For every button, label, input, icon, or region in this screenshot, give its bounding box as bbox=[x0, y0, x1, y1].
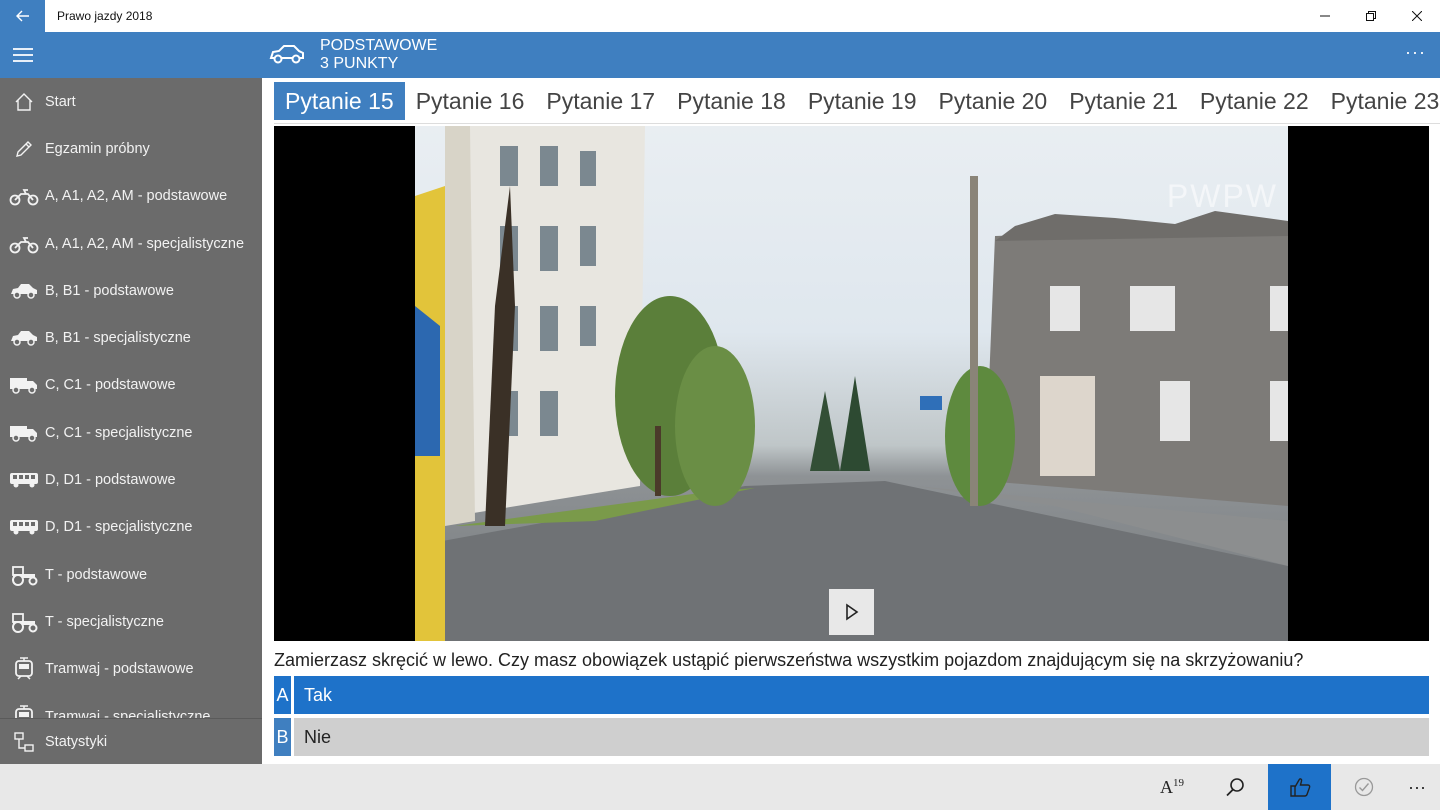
play-button[interactable] bbox=[829, 589, 874, 635]
window-title: Prawo jazdy 2018 bbox=[57, 9, 153, 23]
sidebar-item-label: C, C1 - specjalistyczne bbox=[45, 424, 193, 441]
back-button[interactable] bbox=[0, 0, 45, 32]
sidebar-item-label: Egzamin próbny bbox=[45, 140, 150, 157]
tab-question-22[interactable]: Pytanie 22 bbox=[1189, 82, 1320, 120]
tab-question-17[interactable]: Pytanie 17 bbox=[535, 82, 666, 120]
statistics-icon bbox=[7, 731, 41, 753]
close-button[interactable] bbox=[1394, 0, 1440, 32]
pencil-icon bbox=[7, 138, 41, 160]
header-more-button[interactable]: ··· bbox=[1405, 42, 1426, 63]
sidebar-item-7[interactable]: C, C1 - podstawowe bbox=[0, 362, 262, 409]
sidebar: Start Egzamin próbny A, A1, A2, AM - podst… bbox=[0, 78, 262, 764]
answer-a[interactable]: A Tak bbox=[274, 676, 1429, 714]
category-title: PODSTAWOWE 3 PUNKTY bbox=[320, 37, 437, 73]
tab-question-19[interactable]: Pytanie 19 bbox=[797, 82, 928, 120]
tractor-icon bbox=[7, 611, 41, 633]
tab-question-18[interactable]: Pytanie 18 bbox=[666, 82, 797, 120]
search-button[interactable] bbox=[1205, 764, 1265, 810]
sidebar-item-13[interactable]: Tramwaj - podstawowe bbox=[0, 646, 262, 693]
truck-icon bbox=[7, 374, 41, 396]
more-button[interactable]: ··· bbox=[1394, 764, 1440, 810]
truck-icon bbox=[7, 422, 41, 444]
sidebar-item-label: Tramwaj - specjalistyczne bbox=[45, 708, 211, 719]
answer-letter: B bbox=[274, 718, 291, 756]
sidebar-item-label: D, D1 - podstawowe bbox=[45, 472, 176, 489]
thumbs-up-icon bbox=[1289, 778, 1310, 797]
check-answer-button[interactable] bbox=[1334, 764, 1394, 810]
sidebar-item-11[interactable]: T - podstawowe bbox=[0, 551, 262, 598]
arrow-left-icon bbox=[15, 10, 29, 22]
sidebar-item-5[interactable]: B, B1 - podstawowe bbox=[0, 267, 262, 314]
tab-question-23[interactable]: Pytanie 23 bbox=[1320, 82, 1440, 120]
question-text: Zamierzasz skręcić w lewo. Czy masz obow… bbox=[274, 650, 1304, 670]
restore-icon bbox=[1366, 11, 1376, 21]
like-button[interactable] bbox=[1268, 764, 1331, 810]
category-title-line1: PODSTAWOWE bbox=[320, 37, 438, 54]
category-title-line2: 3 PUNKTY bbox=[320, 55, 399, 72]
sidebar-item-3[interactable]: A, A1, A2, AM - podstawowe bbox=[0, 173, 262, 220]
play-icon bbox=[845, 603, 858, 621]
close-icon bbox=[1412, 11, 1422, 21]
restore-button[interactable] bbox=[1348, 0, 1394, 32]
sidebar-item-label: A, A1, A2, AM - specjalistyczne bbox=[45, 235, 245, 252]
answer-b[interactable]: B Nie bbox=[274, 718, 1429, 756]
sidebar-item-10[interactable]: D, D1 - specjalistyczne bbox=[0, 504, 262, 551]
car-icon bbox=[7, 327, 41, 349]
minimize-button[interactable] bbox=[1302, 0, 1348, 32]
tab-question-21[interactable]: Pytanie 21 bbox=[1058, 82, 1189, 120]
sidebar-item-statystyki[interactable]: Statystyki bbox=[0, 718, 262, 764]
motorcycle-icon bbox=[7, 233, 41, 255]
car-icon bbox=[268, 42, 306, 71]
tractor-icon bbox=[7, 564, 41, 586]
search-icon bbox=[1226, 778, 1244, 797]
sidebar-item-label: B, B1 - specjalistyczne bbox=[45, 330, 191, 347]
tram-icon bbox=[7, 704, 41, 718]
tram-icon bbox=[7, 657, 41, 680]
question-tabs: Pytanie 15 Pytanie 16 Pytanie 17 Pytanie 18… bbox=[274, 82, 1440, 124]
home-icon bbox=[7, 91, 41, 113]
bus-icon bbox=[7, 469, 41, 491]
answer-text: Tak bbox=[294, 676, 1429, 714]
app-header: PODSTAWOWE 3 PUNKTY ··· bbox=[0, 32, 1440, 78]
minimize-icon bbox=[1320, 15, 1330, 17]
video-player[interactable]: PWPW bbox=[274, 126, 1429, 641]
hamburger-menu-button[interactable] bbox=[0, 32, 45, 78]
street-scene-image bbox=[415, 126, 1288, 641]
sidebar-item-14[interactable]: Tramwaj - specjalistyczne bbox=[0, 693, 262, 718]
sidebar-item-6[interactable]: B, B1 - specjalistyczne bbox=[0, 314, 262, 361]
title-bar: Prawo jazdy 2018 bbox=[0, 0, 1440, 32]
sidebar-item-label: B, B1 - podstawowe bbox=[45, 282, 174, 299]
sidebar-item-label: A, A1, A2, AM - podstawowe bbox=[45, 188, 228, 205]
hamburger-icon bbox=[12, 48, 33, 62]
sidebar-item-label: C, C1 - podstawowe bbox=[45, 377, 176, 394]
sidebar-item-label: Tramwaj - podstawowe bbox=[45, 661, 194, 678]
bus-icon bbox=[7, 516, 41, 538]
sidebar-item-2[interactable]: Egzamin próbny bbox=[0, 125, 262, 172]
window-controls bbox=[1302, 0, 1440, 32]
sidebar-item-label: Statystyki bbox=[45, 733, 108, 750]
sidebar-item-label: D, D1 - specjalistyczne bbox=[45, 519, 193, 536]
sidebar-nav-list: Start Egzamin próbny A, A1, A2, AM - podst… bbox=[0, 78, 262, 718]
answer-text: Nie bbox=[294, 718, 1429, 756]
sidebar-item-label: Start bbox=[45, 93, 76, 110]
motorcycle-icon bbox=[7, 185, 41, 207]
tab-question-20[interactable]: Pytanie 20 bbox=[928, 82, 1059, 120]
sidebar-item-8[interactable]: C, C1 - specjalistyczne bbox=[0, 409, 262, 456]
command-bar: A19 ··· bbox=[0, 764, 1440, 810]
sidebar-item-12[interactable]: T - specjalistyczne bbox=[0, 598, 262, 645]
answer-letter: A bbox=[274, 676, 291, 714]
tab-question-16[interactable]: Pytanie 16 bbox=[405, 82, 536, 120]
font-size-icon: A19 bbox=[1160, 776, 1184, 797]
checkmark-circle-icon bbox=[1354, 777, 1374, 797]
video-watermark: PWPW bbox=[1166, 178, 1278, 214]
sidebar-item-label: T - podstawowe bbox=[45, 566, 148, 583]
video-frame: PWPW bbox=[415, 126, 1288, 641]
tab-question-15[interactable]: Pytanie 15 bbox=[274, 82, 405, 120]
sidebar-item-9[interactable]: D, D1 - podstawowe bbox=[0, 456, 262, 503]
sidebar-item-4[interactable]: A, A1, A2, AM - specjalistyczne bbox=[0, 220, 262, 267]
sidebar-item-label: T - specjalistyczne bbox=[45, 613, 164, 630]
car-icon bbox=[7, 280, 41, 302]
font-size-button[interactable]: A19 bbox=[1142, 764, 1202, 810]
sidebar-item-1[interactable]: Start bbox=[0, 78, 262, 125]
